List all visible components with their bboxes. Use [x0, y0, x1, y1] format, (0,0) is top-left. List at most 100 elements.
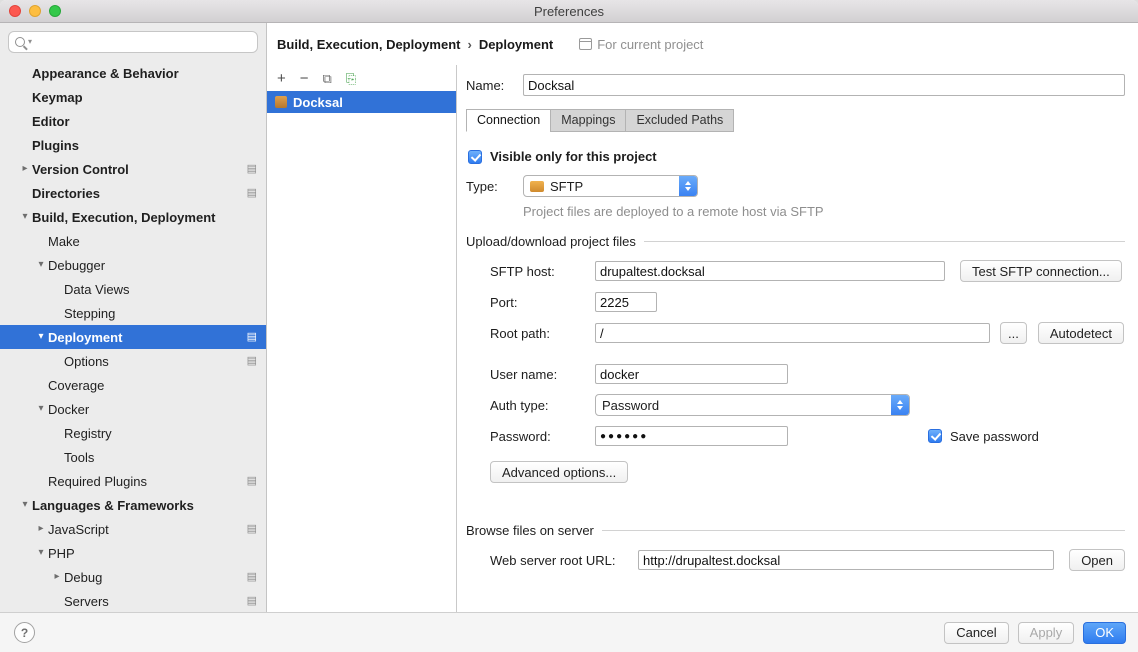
deployment-body: + − ⧉ ⎘ Docksal Name: — [267, 65, 1138, 612]
sidebar-item-options[interactable]: Options▤ — [0, 349, 266, 373]
section-divider — [602, 530, 1125, 531]
password-row: Password: Save password — [490, 426, 1125, 446]
server-list-item-docksal[interactable]: Docksal — [267, 91, 456, 113]
copy-server-button[interactable]: ⧉ — [323, 72, 332, 85]
search-input[interactable]: ▾ — [8, 31, 258, 53]
close-window-button[interactable] — [9, 5, 21, 17]
sidebar-item-keymap[interactable]: Keymap — [0, 85, 266, 109]
settings-sidebar: ▾ Appearance & Behavior Keymap Editor Pl… — [0, 23, 267, 612]
sidebar-item-plugins[interactable]: Plugins — [0, 133, 266, 157]
sidebar-item-docker[interactable]: ▾Docker — [0, 397, 266, 421]
web-root-input[interactable] — [638, 550, 1054, 570]
advanced-options-button[interactable]: Advanced options... — [490, 461, 628, 483]
tab-excluded-paths[interactable]: Excluded Paths — [625, 109, 734, 132]
traffic-lights — [9, 5, 61, 17]
chevron-down-icon[interactable]: ▾ — [18, 212, 32, 222]
sidebar-item-required-plugins[interactable]: Required Plugins▤ — [0, 469, 266, 493]
apply-button[interactable]: Apply — [1018, 622, 1075, 644]
preferences-window: Preferences ▾ Appearance & Behavior Keym… — [0, 0, 1138, 652]
project-scope-icon — [579, 38, 592, 50]
name-input[interactable] — [523, 74, 1125, 96]
server-list-toolbar: + − ⧉ ⎘ — [267, 65, 456, 91]
test-sftp-connection-button[interactable]: Test SFTP connection... — [960, 260, 1122, 282]
breadcrumb-separator-icon: › — [467, 37, 471, 52]
server-list-panel: + − ⧉ ⎘ Docksal — [267, 65, 457, 612]
sidebar-item-coverage[interactable]: Coverage — [0, 373, 266, 397]
sidebar-item-deployment[interactable]: ▾Deployment▤ — [0, 325, 266, 349]
sidebar-item-php[interactable]: ▾PHP — [0, 541, 266, 565]
settings-tree: Appearance & Behavior Keymap Editor Plug… — [0, 61, 266, 612]
type-label: Type: — [466, 179, 523, 194]
sidebar-item-debugger[interactable]: ▾Debugger — [0, 253, 266, 277]
chevron-down-icon[interactable]: ▾ — [34, 548, 48, 558]
sidebar-item-build-execution-deployment[interactable]: ▾Build, Execution, Deployment — [0, 205, 266, 229]
sidebar-item-registry[interactable]: Registry — [0, 421, 266, 445]
sidebar-item-tools[interactable]: Tools — [0, 445, 266, 469]
sidebar-item-directories[interactable]: Directories▤ — [0, 181, 266, 205]
port-input[interactable] — [595, 292, 657, 312]
section-divider — [644, 241, 1125, 242]
auth-type-select[interactable]: Password — [595, 394, 910, 416]
shared-settings-icon: ▤ — [247, 164, 257, 175]
minimize-window-button[interactable] — [29, 5, 41, 17]
ok-button[interactable]: OK — [1083, 622, 1126, 644]
chevron-down-icon[interactable]: ▾ — [34, 260, 48, 270]
sftp-host-input[interactable] — [595, 261, 945, 281]
autodetect-button[interactable]: Autodetect — [1038, 322, 1124, 344]
user-name-label: User name: — [490, 367, 595, 382]
sidebar-item-make[interactable]: Make — [0, 229, 266, 253]
help-button[interactable]: ? — [14, 622, 35, 643]
name-label: Name: — [466, 78, 523, 93]
sidebar-item-appearance-behavior[interactable]: Appearance & Behavior — [0, 61, 266, 85]
chevron-right-icon[interactable]: ▸ — [34, 524, 48, 534]
password-input[interactable] — [595, 426, 788, 446]
advanced-options-row: Advanced options... — [490, 461, 1138, 483]
settings-content: Build, Execution, Deployment › Deploymen… — [267, 23, 1138, 612]
sftp-host-row: SFTP host: Test SFTP connection... — [490, 260, 1125, 282]
cancel-button[interactable]: Cancel — [944, 622, 1008, 644]
save-password-checkbox[interactable] — [928, 429, 942, 443]
sidebar-item-editor[interactable]: Editor — [0, 109, 266, 133]
use-as-default-button[interactable]: ⎘ — [346, 72, 356, 85]
root-path-input[interactable] — [595, 323, 990, 343]
chevron-right-icon[interactable]: ▸ — [18, 164, 32, 174]
type-row: Type: SFTP — [466, 175, 1138, 197]
sidebar-item-languages-frameworks[interactable]: ▾Languages & Frameworks — [0, 493, 266, 517]
name-row: Name: — [466, 74, 1125, 96]
tab-mappings[interactable]: Mappings — [550, 109, 626, 132]
tab-strip: Connection Mappings Excluded Paths — [466, 109, 1138, 132]
chevron-down-icon[interactable]: ▾ — [18, 500, 32, 510]
visible-only-checkbox[interactable] — [468, 150, 482, 164]
root-path-label: Root path: — [490, 326, 595, 341]
footer-buttons: Cancel Apply OK — [944, 622, 1126, 644]
titlebar: Preferences — [0, 0, 1138, 23]
open-button[interactable]: Open — [1069, 549, 1125, 571]
type-value: SFTP — [550, 179, 583, 194]
add-server-button[interactable]: + — [277, 71, 286, 86]
type-select[interactable]: SFTP — [523, 175, 698, 197]
zoom-window-button[interactable] — [49, 5, 61, 17]
chevron-down-icon[interactable]: ▾ — [34, 404, 48, 414]
window-title: Preferences — [534, 4, 604, 19]
tab-connection[interactable]: Connection — [466, 109, 551, 132]
shared-settings-icon: ▤ — [247, 596, 257, 607]
chevron-down-icon[interactable]: ▾ — [34, 332, 48, 342]
sidebar-item-debug[interactable]: ▸Debug▤ — [0, 565, 266, 589]
breadcrumb: Build, Execution, Deployment › Deploymen… — [267, 23, 1138, 65]
sidebar-item-data-views[interactable]: Data Views — [0, 277, 266, 301]
sidebar-item-stepping[interactable]: Stepping — [0, 301, 266, 325]
sidebar-item-servers[interactable]: Servers▤ — [0, 589, 266, 612]
dropdown-stepper-icon — [679, 176, 697, 196]
sidebar-item-javascript[interactable]: ▸JavaScript▤ — [0, 517, 266, 541]
remove-server-button[interactable]: − — [300, 71, 309, 86]
dropdown-stepper-icon — [891, 395, 909, 415]
sidebar-item-version-control[interactable]: ▸Version Control▤ — [0, 157, 266, 181]
shared-settings-icon: ▤ — [247, 476, 257, 487]
save-password-label: Save password — [950, 429, 1039, 444]
user-name-input[interactable] — [595, 364, 788, 384]
main-area: ▾ Appearance & Behavior Keymap Editor Pl… — [0, 23, 1138, 612]
visible-only-row: Visible only for this project — [468, 149, 1138, 164]
browse-root-path-button[interactable]: ... — [1000, 322, 1027, 344]
breadcrumb-parent[interactable]: Build, Execution, Deployment — [277, 37, 460, 52]
chevron-right-icon[interactable]: ▸ — [50, 572, 64, 582]
